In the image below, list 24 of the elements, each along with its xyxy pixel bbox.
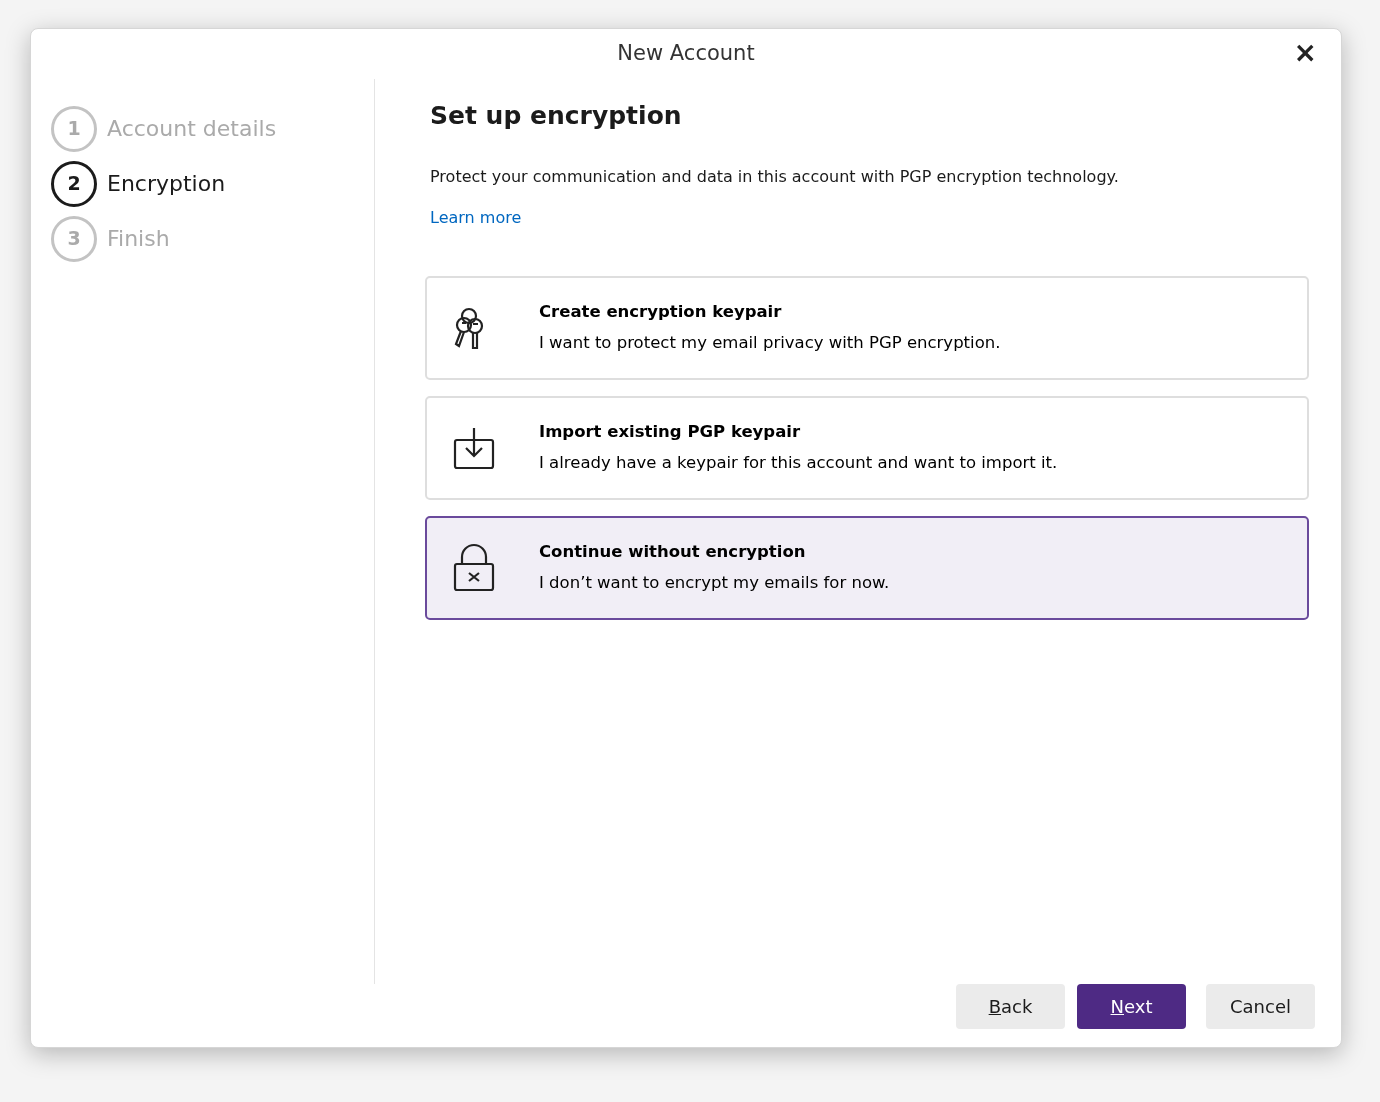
- step-label: Encryption: [107, 170, 226, 198]
- padlock-x-icon: [451, 542, 497, 594]
- section-heading: Set up encryption: [430, 101, 683, 131]
- step-number: 3: [51, 215, 97, 262]
- window-title: New Account: [617, 40, 755, 68]
- secondary-button[interactable]: Back: [956, 984, 1065, 1029]
- option-description: I don’t want to encrypt my emails for now.: [539, 572, 890, 594]
- option-card[interactable]: Import existing PGP keypair I already have a keypair for this account and want to import it.: [425, 396, 1309, 500]
- description-text: Protect your communication and data in this account with PGP encryption technology.: [430, 166, 1120, 188]
- option-card[interactable]: Create encryption keypair I want to protect my email privacy with PGP encryption.: [425, 276, 1309, 380]
- step-label: Finish: [107, 225, 170, 253]
- option-description: I already have a keypair for this account and want to import it.: [539, 452, 1058, 474]
- step-number: 1: [51, 105, 97, 152]
- learn-more-link[interactable]: Learn more: [430, 206, 522, 230]
- option-title: Import existing PGP keypair: [539, 421, 802, 444]
- step-number: 2: [51, 160, 97, 207]
- option-card[interactable]: Continue without encryption I don’t want to encrypt my emails for now.: [425, 516, 1309, 620]
- step-label: Account details: [107, 115, 277, 143]
- secondary-button[interactable]: Cancel: [1206, 984, 1315, 1029]
- option-description: I want to protect my email privacy with PGP encryption.: [539, 332, 1001, 354]
- option-title: Continue without encryption: [539, 541, 807, 564]
- primary-button[interactable]: Next: [1077, 984, 1186, 1029]
- option-title: Create encryption keypair: [539, 301, 783, 324]
- close-button[interactable]: ×: [1287, 37, 1323, 69]
